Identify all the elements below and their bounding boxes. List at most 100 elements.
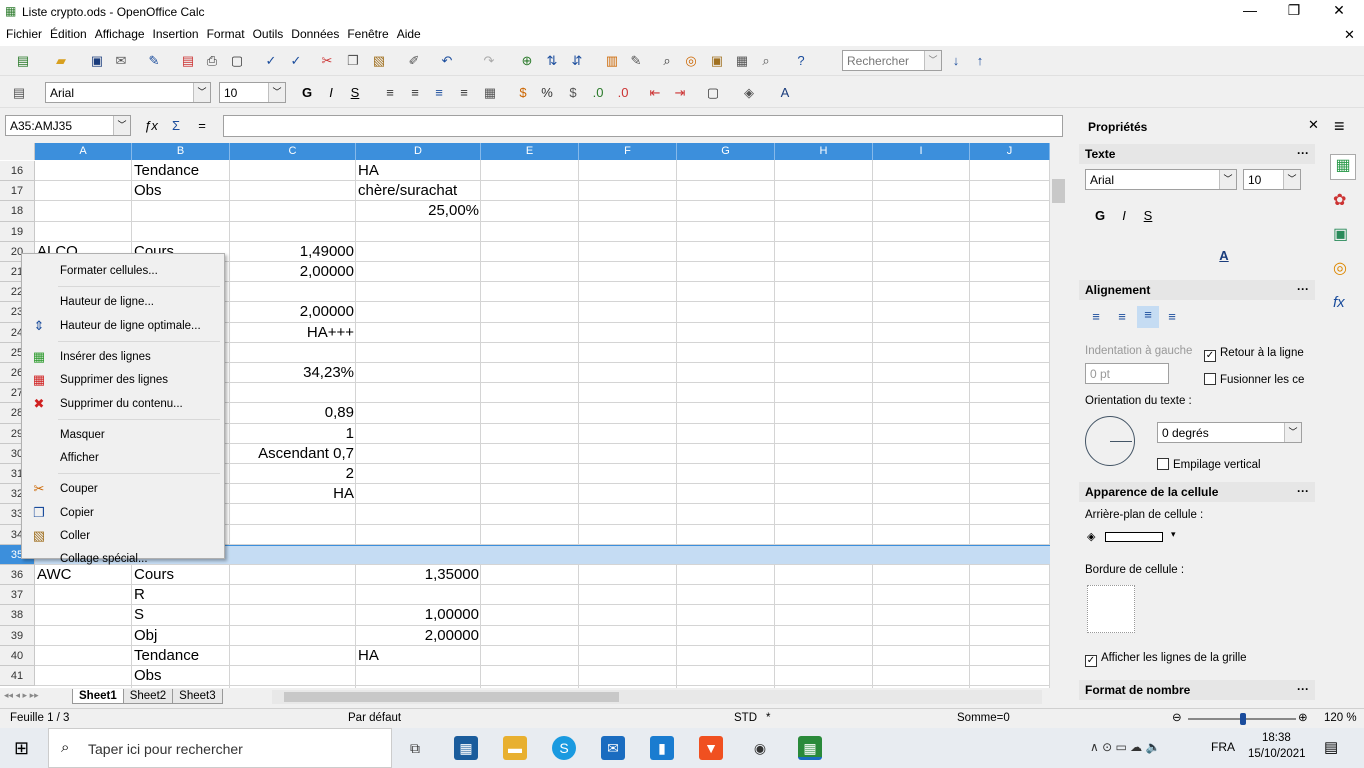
hyperlink-icon[interactable]: ⊕	[518, 52, 536, 70]
standard-format-icon[interactable]: $	[564, 84, 582, 102]
menu-7[interactable]: Fenêtre	[343, 24, 392, 44]
section-apparence[interactable]: Apparence de la cellule	[1085, 485, 1218, 499]
find-next-icon[interactable]: ↓	[947, 52, 965, 70]
context-menu-item[interactable]: Collage spécial...	[22, 548, 224, 570]
sum-icon[interactable]: Σ	[167, 117, 185, 135]
degrees-select[interactable]: 0 degrés	[1162, 426, 1209, 440]
column-header-H[interactable]: H	[775, 143, 873, 160]
equals-icon[interactable]: =	[193, 117, 211, 135]
sidebar-italic-button[interactable]: I	[1115, 207, 1133, 225]
navigator-icon[interactable]: ◎	[682, 52, 700, 70]
justify-icon[interactable]: ≡	[455, 84, 473, 102]
column-header-B[interactable]: B	[132, 143, 230, 160]
border-style-button[interactable]	[1087, 585, 1135, 633]
background-color-button[interactable]: ◈ ▾	[1087, 529, 1177, 545]
sidebar-font-select[interactable]: Arial	[1090, 173, 1114, 187]
mail-icon[interactable]: ✉	[601, 736, 625, 760]
close-icon[interactable]: ✕	[1308, 117, 1319, 133]
language-indicator[interactable]: FRA	[1211, 740, 1235, 754]
file-explorer-icon[interactable]: ▬	[503, 736, 527, 760]
zoom-icon[interactable]: ⌕	[757, 52, 775, 70]
underline-button[interactable]: S	[346, 84, 364, 102]
cell-D38[interactable]: 1,00000	[356, 605, 481, 625]
phone-icon[interactable]: ▮	[650, 736, 674, 760]
styles-icon[interactable]: ✿	[1333, 190, 1346, 210]
column-header-F[interactable]: F	[579, 143, 677, 160]
borders-icon[interactable]: ▢	[704, 84, 722, 102]
wrap-checkbox[interactable]: Retour à la ligne	[1220, 347, 1304, 359]
context-menu-item[interactable]: ✂ Couper	[22, 478, 224, 500]
column-header-C[interactable]: C	[230, 143, 356, 160]
font-size-select[interactable]: 10	[224, 86, 237, 100]
row-header[interactable]: 39	[0, 625, 35, 646]
system-tray-icons[interactable]: ∧ ⊙ ▭ ☁ 🔈	[1090, 740, 1160, 754]
section-texte[interactable]: Texte	[1085, 147, 1115, 161]
row-header[interactable]: 18	[0, 201, 35, 222]
find-prev-icon[interactable]: ↑	[971, 52, 989, 70]
styles-icon[interactable]: ▤	[10, 84, 28, 102]
vertical-scrollbar[interactable]	[1050, 143, 1067, 688]
context-menu-item[interactable]: Masquer	[22, 424, 224, 446]
zoom-in-icon[interactable]: ⊕	[1298, 710, 1308, 724]
menu-4[interactable]: Format	[203, 24, 249, 44]
cell-B17[interactable]: Obs	[132, 181, 230, 201]
sheet-tab-Sheet2[interactable]: Sheet2	[122, 689, 174, 704]
preview-icon[interactable]: ▢	[228, 52, 246, 70]
cell-C28[interactable]: 0,89	[230, 403, 356, 423]
context-menu-item[interactable]: ⇕ Hauteur de ligne optimale...	[22, 315, 224, 337]
cell-D39[interactable]: 2,00000	[356, 626, 481, 646]
sort-desc-icon[interactable]: ⇵	[568, 52, 586, 70]
cell-C23[interactable]: 2,00000	[230, 302, 356, 322]
navigator-icon[interactable]: ◎	[1333, 258, 1347, 278]
brave-icon[interactable]: ▼	[699, 736, 723, 760]
column-header-G[interactable]: G	[677, 143, 775, 160]
del-decimal-icon[interactable]: .0	[614, 84, 632, 102]
save-icon[interactable]: ▣	[88, 52, 106, 70]
align-right-icon[interactable]: ≡	[1137, 306, 1159, 328]
horizontal-scrollbar[interactable]	[272, 690, 1042, 704]
align-right-icon[interactable]: ≡	[430, 84, 448, 102]
openoffice-calc-icon[interactable]: ▦	[798, 736, 822, 760]
task-view-icon[interactable]: ⧉	[403, 736, 427, 760]
calculator-icon[interactable]: ▦	[454, 736, 478, 760]
autospell-icon[interactable]: ✓	[287, 52, 305, 70]
cell-C24[interactable]: HA+++	[230, 323, 356, 343]
sort-asc-icon[interactable]: ⇅	[543, 52, 561, 70]
align-center-icon[interactable]: ≡	[1113, 308, 1131, 326]
sum-display[interactable]: Somme=0	[957, 712, 1010, 724]
sidebar-bold-button[interactable]: G	[1091, 207, 1109, 225]
cell-D40[interactable]: HA	[356, 646, 481, 666]
selection-mode[interactable]: STD	[734, 712, 757, 724]
row-header[interactable]: 19	[0, 221, 35, 242]
cell-D16[interactable]: HA	[356, 161, 481, 181]
font-name-select[interactable]: Arial	[50, 86, 74, 100]
column-header-E[interactable]: E	[481, 143, 579, 160]
menu-0[interactable]: Fichier	[2, 24, 46, 44]
add-decimal-icon[interactable]: .0	[589, 84, 607, 102]
context-menu-item[interactable]: ✖ Supprimer du contenu...	[22, 393, 224, 415]
column-header-J[interactable]: J	[970, 143, 1050, 160]
minimize-button[interactable]: —	[1235, 2, 1265, 22]
cell-C26[interactable]: 34,23%	[230, 363, 356, 383]
currency-icon[interactable]: $	[514, 84, 532, 102]
windows-start-icon[interactable]: ⊞	[14, 738, 29, 759]
menu-2[interactable]: Affichage	[91, 24, 149, 44]
gallery-icon[interactable]: ▣	[708, 52, 726, 70]
indent-decrease-icon[interactable]: ⇤	[646, 84, 664, 102]
merge-checkbox[interactable]: Fusionner les ce	[1220, 374, 1304, 386]
menu-icon[interactable]: ≡	[1334, 116, 1345, 137]
font-color-icon[interactable]: A	[776, 84, 794, 102]
find-icon[interactable]: ⌕	[658, 52, 676, 70]
sheet-tab-Sheet3[interactable]: Sheet3	[172, 689, 223, 704]
cell-D18[interactable]: 25,00%	[356, 201, 481, 221]
undo-icon[interactable]: ↶	[438, 52, 456, 70]
cell-C20[interactable]: 1,49000	[230, 242, 356, 262]
cell-C32[interactable]: HA	[230, 484, 356, 504]
menu-1[interactable]: Édition	[46, 24, 91, 44]
row-header[interactable]: 37	[0, 585, 35, 606]
clone-icon[interactable]: ✐	[405, 52, 423, 70]
section-alignement[interactable]: Alignement	[1085, 283, 1150, 297]
redo-icon[interactable]: ↷	[480, 52, 498, 70]
maximize-button[interactable]: ❐	[1279, 2, 1309, 22]
print-icon[interactable]: ⎙	[203, 52, 221, 70]
